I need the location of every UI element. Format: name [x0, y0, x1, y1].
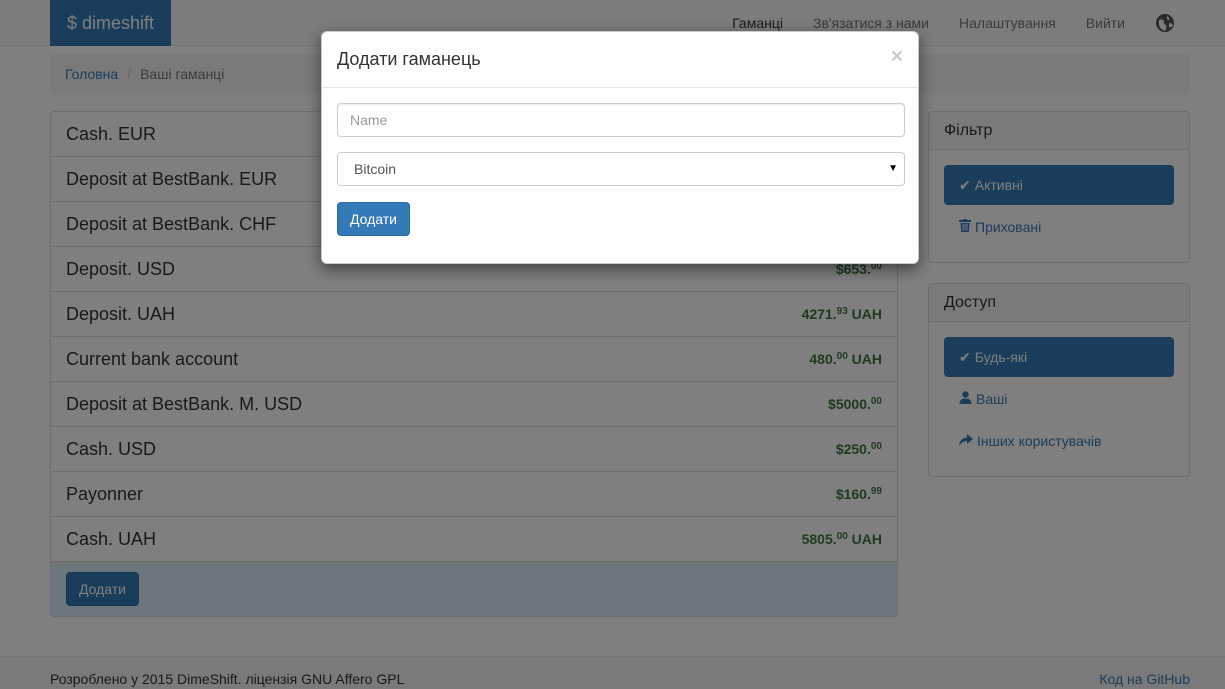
- caret-down-icon: ▼: [888, 163, 898, 174]
- modal-body: Bitcoin ▼ Додати: [322, 88, 918, 251]
- add-wallet-modal: Додати гаманець × Bitcoin ▼ Додати: [321, 31, 919, 264]
- modal-header: Додати гаманець ×: [322, 32, 918, 88]
- currency-select[interactable]: Bitcoin ▼: [337, 152, 905, 186]
- submit-wallet-button[interactable]: Додати: [337, 202, 410, 236]
- close-icon[interactable]: ×: [891, 46, 903, 67]
- modal-title: Додати гаманець: [337, 49, 481, 69]
- wallet-name-input[interactable]: [337, 103, 905, 137]
- currency-selected-value: Bitcoin: [354, 161, 397, 177]
